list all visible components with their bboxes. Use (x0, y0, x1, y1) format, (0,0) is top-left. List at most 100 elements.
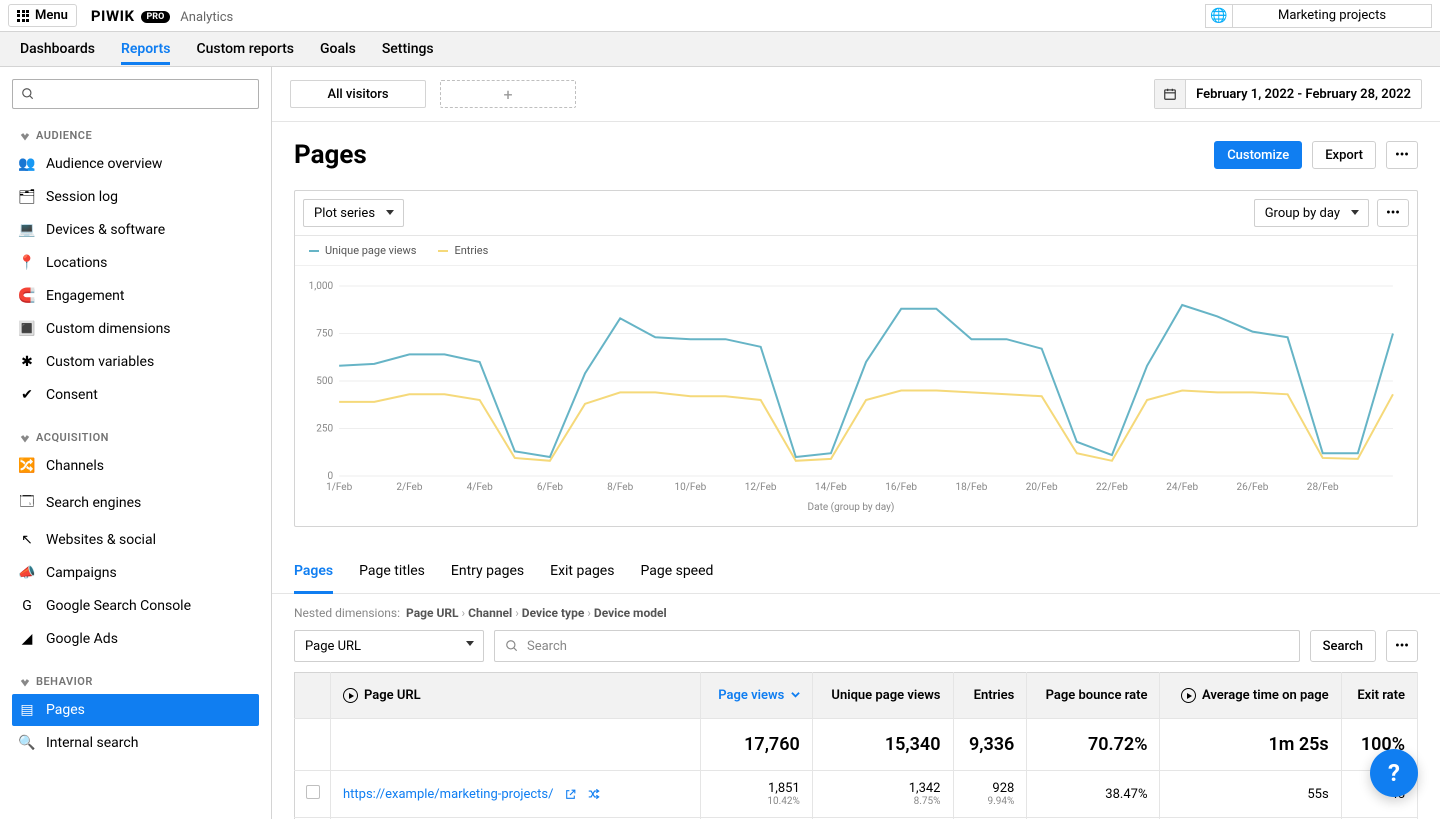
checkbox-header[interactable] (295, 673, 331, 719)
row-checkbox[interactable] (306, 785, 320, 799)
speaker-icon: 📣 (20, 565, 34, 581)
plus-icon: + (503, 85, 512, 104)
url-link[interactable]: https://example/marketing-projects/ (343, 787, 554, 802)
help-fab[interactable]: ? (1370, 749, 1418, 797)
sidebar-item-websites-social[interactable]: ↖Websites & social (12, 524, 259, 556)
add-filter-button[interactable]: + (440, 80, 576, 108)
pin-icon: 📍 (20, 255, 34, 271)
project-name-label: Marketing projects (1278, 8, 1386, 23)
subnav-dashboards[interactable]: Dashboards (20, 33, 95, 65)
chart-legend: Unique page views Entries (295, 236, 1417, 266)
table-search-input[interactable]: Search (494, 630, 1300, 662)
session-icon: 🗂 (20, 189, 34, 205)
sidebar-group-acquisition[interactable]: ACQUISITION (0, 425, 271, 450)
sidebar-item-custom-dimensions[interactable]: 🔳Custom dimensions (12, 313, 259, 345)
project-selector[interactable]: Marketing projects (1232, 4, 1432, 28)
sidebar-item-pages[interactable]: ▤Pages (12, 694, 259, 726)
search-button[interactable]: Search (1310, 630, 1376, 662)
nested-page-url[interactable]: Page URL (406, 606, 459, 620)
sort-icon (791, 690, 800, 699)
search-icon (21, 87, 35, 101)
svg-text:8/Feb: 8/Feb (607, 482, 634, 493)
sidebar-item-internal-search[interactable]: 🔍Internal search (12, 727, 259, 759)
sidebar-item-audience-overview[interactable]: 👥Audience overview (12, 148, 259, 180)
customize-button[interactable]: Customize (1214, 141, 1302, 169)
summary-row: 17,76015,3409,33670.72%1m 25s100% (295, 719, 1418, 771)
date-range-selector[interactable]: February 1, 2022 - February 28, 2022 (1154, 79, 1422, 109)
col-avg-time[interactable]: Average time on page (1160, 673, 1341, 719)
nested-device-type[interactable]: Device type (522, 606, 585, 620)
table-more-button[interactable]: ••• (1386, 630, 1418, 662)
sidebar-item-channels[interactable]: 🔀Channels (12, 450, 259, 482)
pages-icon: ▤ (20, 702, 34, 718)
brand-badge: PRO (141, 11, 171, 23)
sidebar-item-google-search-console[interactable]: GGoogle Search Console (12, 590, 259, 622)
sidebar-item-engagement[interactable]: 🧲Engagement (12, 280, 259, 312)
sidebar-item-google-ads[interactable]: ◢Google Ads (12, 623, 259, 655)
more-actions-button[interactable]: ••• (1386, 141, 1418, 169)
sidebar-item-campaigns[interactable]: 📣Campaigns (12, 557, 259, 589)
sidebar-item-session-log[interactable]: 🗂Session log (12, 181, 259, 213)
tab-entry-pages[interactable]: Entry pages (451, 551, 524, 593)
svg-text:Date (group by day): Date (group by day) (808, 501, 895, 513)
shuffle-icon[interactable] (587, 787, 601, 801)
filter-bar: All visitors + February 1, 2022 - Februa… (272, 67, 1440, 122)
sidebar-group-behavior[interactable]: BEHAVIOR (0, 669, 271, 694)
sidebar-item-consent[interactable]: ✔Consent (12, 379, 259, 411)
sidebar-search[interactable] (12, 79, 259, 109)
col-bounce[interactable]: Page bounce rate (1027, 673, 1160, 719)
export-button[interactable]: Export (1312, 141, 1376, 169)
legend-entries[interactable]: Entries (438, 244, 488, 257)
chart-body: 02505007501,0001/Feb2/Feb4/Feb6/Feb8/Feb… (295, 266, 1417, 526)
dimension-select[interactable]: Page URL (294, 630, 484, 662)
asterisk-icon: ✱ (20, 354, 34, 370)
play-icon (1181, 688, 1196, 703)
group-by-select[interactable]: Group by day (1254, 199, 1369, 227)
sidebar-item-custom-variables[interactable]: ✱Custom variables (12, 346, 259, 378)
sidebar-group-audience[interactable]: AUDIENCE (0, 123, 271, 148)
col-exit[interactable]: Exit rate (1341, 673, 1417, 719)
sidebar-item-search-engines[interactable]: 🗔Search engines (12, 483, 259, 523)
nested-device-model[interactable]: Device model (594, 606, 667, 620)
tab-pages[interactable]: Pages (294, 551, 333, 594)
play-icon (343, 688, 358, 703)
col-page-url[interactable]: Page URL (331, 673, 701, 719)
tab-exit-pages[interactable]: Exit pages (550, 551, 614, 593)
col-entries[interactable]: Entries (953, 673, 1027, 719)
users-icon: 👥 (20, 156, 34, 172)
sidebar-item-devices-software[interactable]: 💻Devices & software (12, 214, 259, 246)
brand-text: PIWIK (91, 7, 135, 25)
svg-text:750: 750 (316, 329, 333, 340)
external-link-icon[interactable] (564, 788, 577, 801)
sidebar-item-locations[interactable]: 📍Locations (12, 247, 259, 279)
chart-more-button[interactable]: ••• (1377, 199, 1409, 227)
col-unique[interactable]: Unique page views (812, 673, 953, 719)
svg-text:14/Feb: 14/Feb (815, 482, 847, 493)
subnav-reports[interactable]: Reports (121, 33, 171, 65)
device-icon: 💻 (20, 222, 34, 238)
plot-series-select[interactable]: Plot series (303, 199, 404, 227)
table-header: Page URL Page views Unique page views En… (295, 673, 1418, 719)
table-controls: Page URL Search Search ••• (272, 630, 1440, 672)
globe-button[interactable]: 🌐 (1205, 4, 1233, 28)
col-page-views[interactable]: Page views (701, 673, 813, 719)
subnav-settings[interactable]: Settings (382, 33, 434, 65)
topbar: Menu PIWIK PRO Analytics 🌐 Marketing pro… (0, 0, 1440, 32)
table-row[interactable]: https://example/marketing-projects/ 1,85… (295, 771, 1418, 818)
swatch-icon (438, 250, 448, 252)
svg-text:2/Feb: 2/Feb (396, 482, 423, 493)
tab-page-titles[interactable]: Page titles (359, 551, 425, 593)
legend-unique-page-views[interactable]: Unique page views (309, 244, 416, 257)
check-icon: ✔ (20, 387, 34, 403)
tab-page-speed[interactable]: Page speed (640, 551, 713, 593)
menu-button[interactable]: Menu (8, 4, 77, 27)
svg-text:250: 250 (316, 424, 333, 435)
chart-card: Plot series Group by day ••• Unique page… (294, 190, 1418, 527)
subnav-goals[interactable]: Goals (320, 33, 356, 65)
svg-text:20/Feb: 20/Feb (1026, 482, 1058, 493)
content: All visitors + February 1, 2022 - Februa… (272, 67, 1440, 819)
svg-text:10/Feb: 10/Feb (675, 482, 707, 493)
filter-all-visitors[interactable]: All visitors (290, 80, 426, 108)
subnav-custom-reports[interactable]: Custom reports (196, 33, 294, 65)
nested-channel[interactable]: Channel (468, 606, 512, 620)
